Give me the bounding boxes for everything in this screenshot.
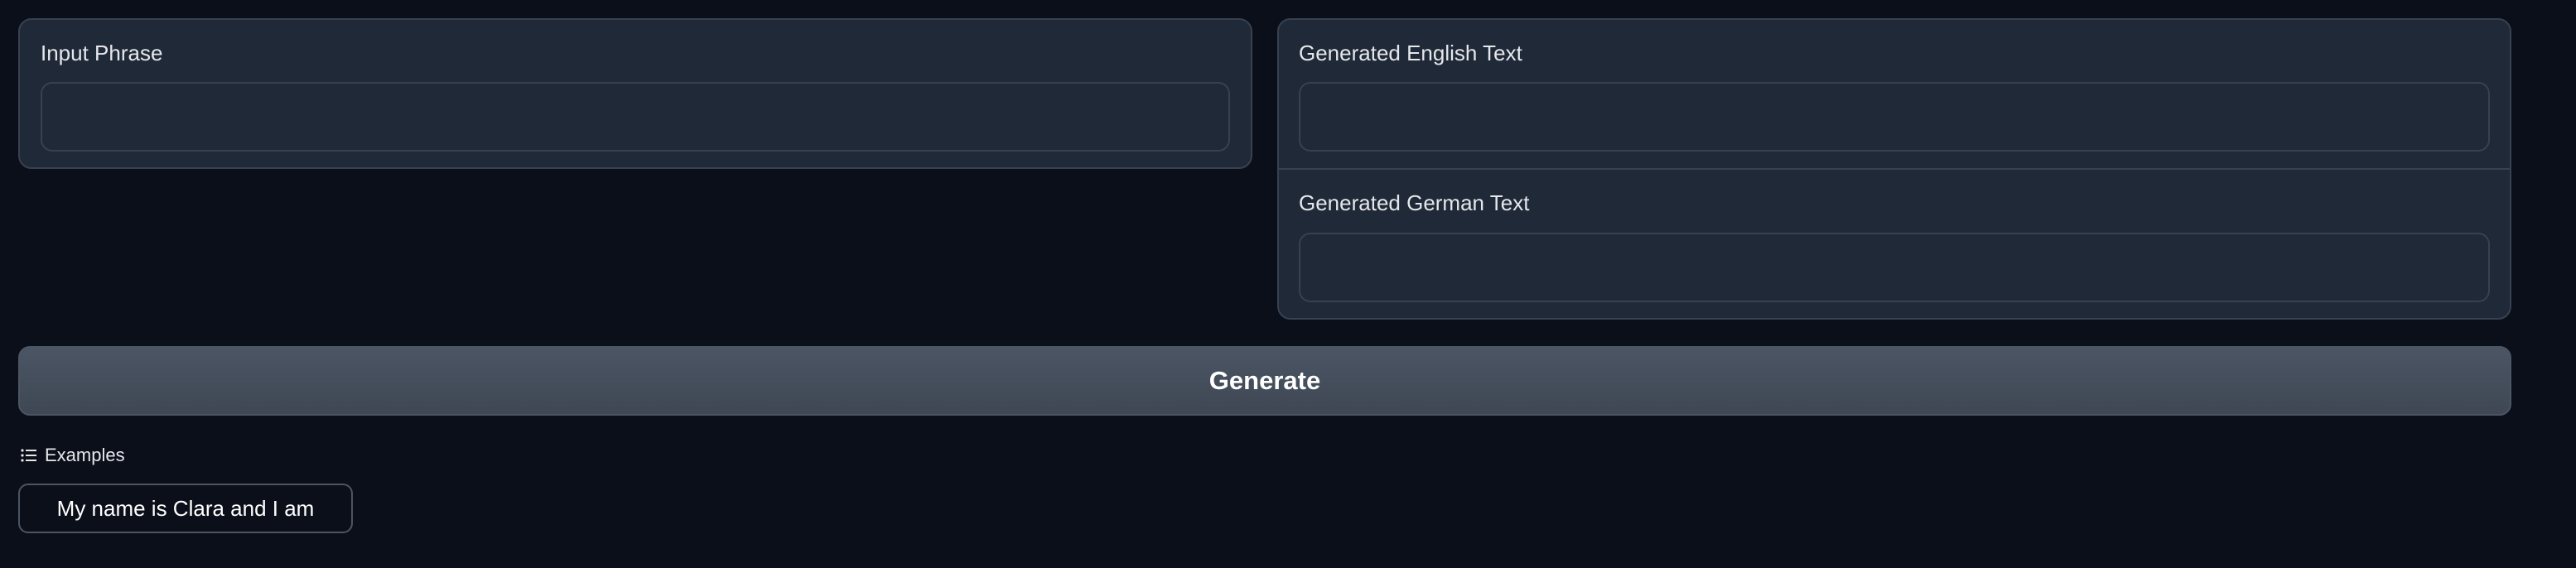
generate-button[interactable]: Generate xyxy=(18,346,2511,416)
generated-english-field[interactable] xyxy=(1299,82,2490,152)
example-item[interactable]: My name is Clara and I am xyxy=(18,484,353,533)
generated-english-label: Generated English Text xyxy=(1299,41,1522,65)
input-phrase-label: Input Phrase xyxy=(41,41,163,65)
examples-label: Examples xyxy=(45,445,125,465)
output-divider xyxy=(1279,168,2510,170)
list-icon xyxy=(20,446,38,465)
generated-german-field[interactable] xyxy=(1299,233,2490,302)
generated-german-label: Generated German Text xyxy=(1299,190,1530,215)
examples-header: Examples xyxy=(20,445,125,466)
input-phrase-field[interactable] xyxy=(41,82,1230,152)
